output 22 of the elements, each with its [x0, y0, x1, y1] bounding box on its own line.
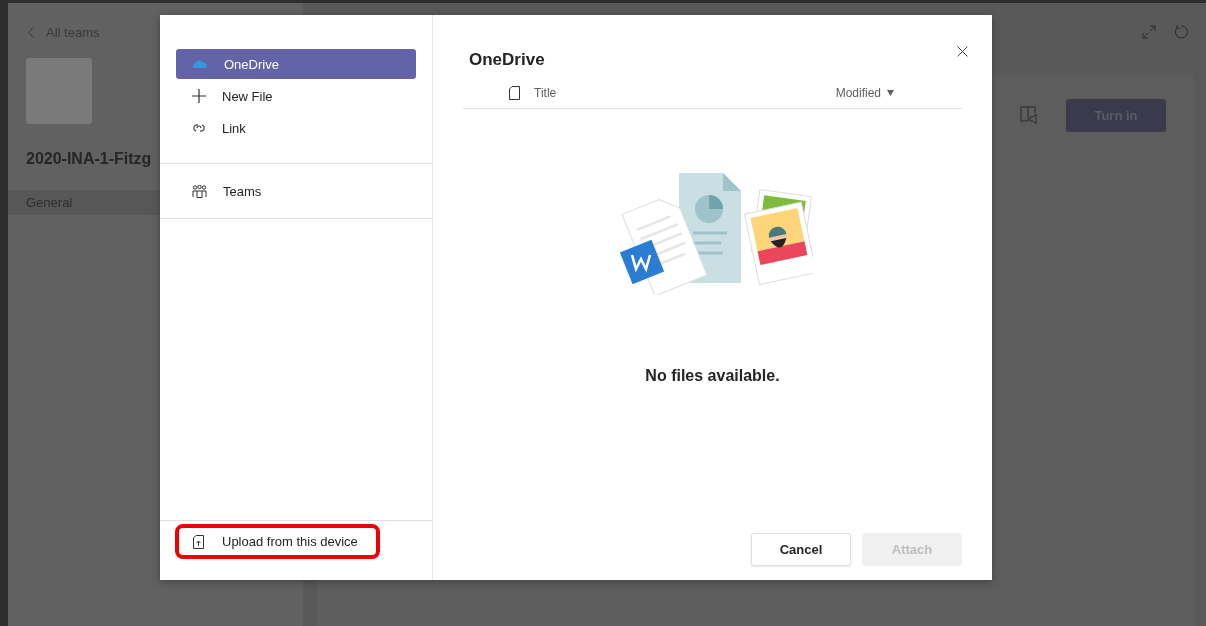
file-icon — [509, 86, 520, 100]
photo-placeholder — [26, 58, 92, 124]
link-icon — [192, 122, 206, 134]
dialog-title: OneDrive — [469, 50, 546, 70]
sort-down-icon[interactable] — [887, 90, 894, 96]
people-icon — [192, 184, 207, 198]
dialog-button[interactable]: Cancel — [751, 533, 851, 566]
reader-icon[interactable] — [1020, 106, 1040, 126]
expand-icon[interactable] — [1142, 25, 1156, 39]
empty-message: No files available. — [645, 367, 780, 385]
nav-item[interactable]: OneDrive — [176, 49, 416, 79]
column-header[interactable]: Modified — [835, 86, 881, 100]
team-name: 2020-INA-1-Fitzg — [26, 150, 153, 168]
nav-item[interactable]: Link — [176, 113, 416, 143]
refresh-icon[interactable] — [1174, 25, 1188, 39]
cloud-icon — [192, 59, 208, 69]
plus-icon — [192, 89, 206, 103]
upload-button[interactable]: Upload from this device — [193, 534, 358, 549]
nav-item[interactable]: New File — [176, 81, 416, 111]
file-upload-icon — [193, 534, 204, 549]
chevron-left-icon[interactable] — [28, 27, 34, 38]
column-header[interactable]: Title — [534, 86, 557, 100]
